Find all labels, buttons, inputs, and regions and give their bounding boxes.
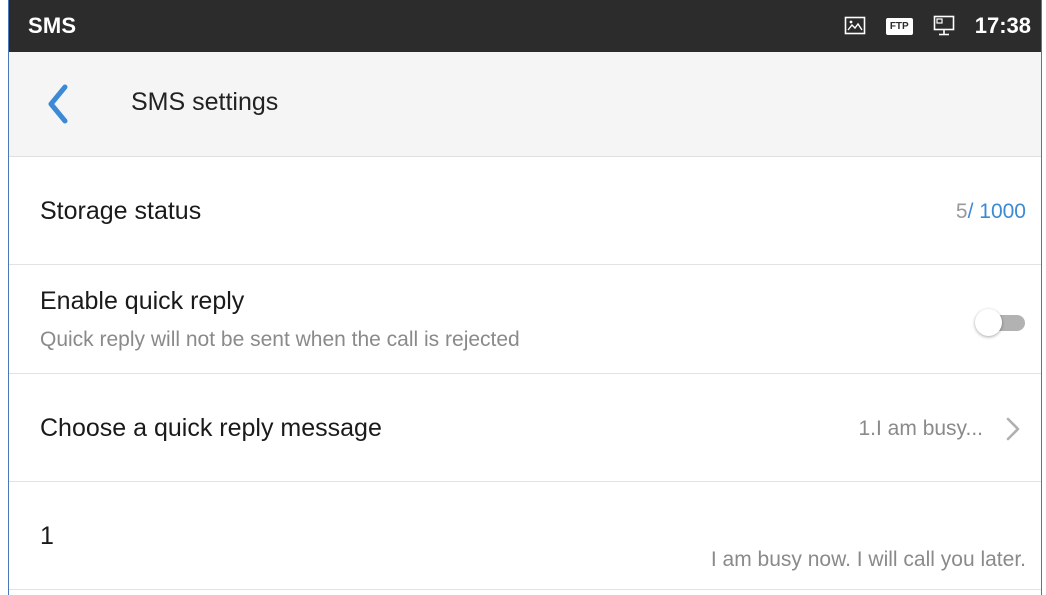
quick-reply-row[interactable]: Enable quick reply Quick reply will not …: [9, 265, 1041, 374]
storage-status-label: Storage status: [40, 197, 202, 225]
quick-reply-label: Enable quick reply: [40, 287, 245, 315]
ftp-icon: FTP: [885, 17, 913, 35]
status-bar: SMS FTP 17:38: [9, 0, 1041, 52]
status-bar-icons: FTP 17:38: [844, 10, 1031, 42]
page-title: SMS settings: [131, 88, 279, 116]
chevron-left-icon: [48, 84, 68, 124]
sms-settings-screen: SMS FTP 17:38 SMS settings Storage statu…: [9, 0, 1041, 595]
storage-status-row[interactable]: Storage status 5/ 1000: [9, 157, 1041, 265]
quick-reply-description: Quick reply will not be sent when the ca…: [40, 328, 520, 351]
back-button[interactable]: [43, 82, 73, 126]
storage-status-value: 5/ 1000: [956, 200, 1026, 224]
choose-quick-reply-value: 1.I am busy...: [858, 417, 984, 440]
title-bar: SMS settings: [9, 52, 1041, 157]
quick-reply-toggle[interactable]: [975, 307, 1027, 337]
chevron-right-icon: [1001, 414, 1025, 444]
image-icon: [844, 16, 866, 36]
status-bar-time: 17:38: [974, 13, 1031, 38]
quick-reply-message-row[interactable]: 1 I am busy now. I will call you later.: [9, 482, 1041, 590]
window-frame-left: [0, 0, 9, 595]
storage-total: 1000: [973, 200, 1026, 223]
window-frame-right: [1041, 0, 1046, 595]
toggle-thumb: [975, 309, 1002, 336]
choose-quick-reply-row[interactable]: Choose a quick reply message 1.I am busy…: [9, 374, 1041, 482]
storage-used: 5: [955, 200, 968, 223]
quick-reply-message-number: 1: [40, 522, 54, 550]
choose-quick-reply-label: Choose a quick reply message: [40, 414, 382, 442]
ftp-badge: FTP: [885, 17, 913, 35]
status-bar-app-name: SMS: [28, 13, 77, 38]
quick-reply-message-text: I am busy now. I will call you later.: [710, 548, 1026, 571]
screen-icon: [933, 15, 955, 37]
